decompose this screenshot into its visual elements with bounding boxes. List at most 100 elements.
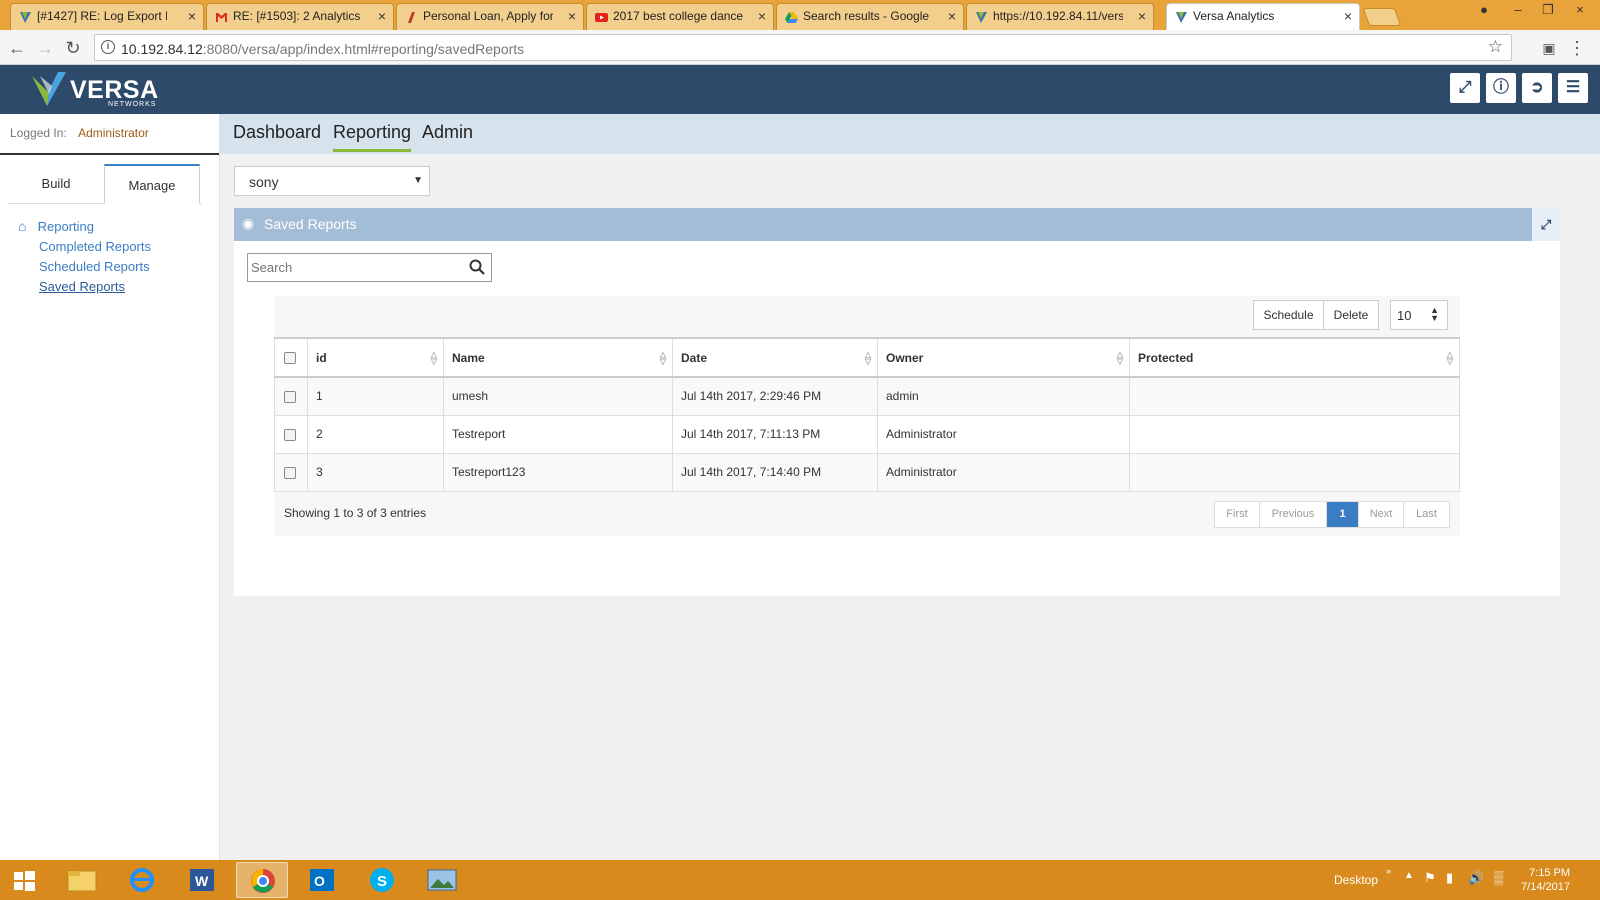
new-tab-button[interactable] <box>1362 8 1402 26</box>
browser-tab[interactable]: RE: [#1503]: 2 Analytics i × <box>206 3 394 30</box>
nav-reporting[interactable]: Reporting <box>333 122 412 152</box>
back-arrow-icon[interactable]: ← <box>6 37 28 59</box>
cell-name: umesh <box>443 376 673 416</box>
browser-tab[interactable]: 2017 best college dance × <box>586 3 774 30</box>
close-icon[interactable]: × <box>378 8 386 24</box>
row-select-cell <box>274 376 308 416</box>
browser-tab[interactable]: https://10.192.84.11/vers × <box>966 3 1154 30</box>
tab-build[interactable]: Build <box>8 164 104 204</box>
battery-icon[interactable]: ▮ <box>1446 870 1453 886</box>
sidebar-item-reporting[interactable]: ⌂ Reporting <box>18 218 151 234</box>
column-header-date[interactable]: Date △ ▽ <box>672 337 878 378</box>
network-signal-icon[interactable]: ▒ <box>1494 870 1503 885</box>
user-icon[interactable]: ● <box>1470 0 1498 20</box>
skype-icon[interactable]: S <box>356 862 408 898</box>
table-row[interactable]: 3 Testreport123 Jul 14th 2017, 7:14:40 P… <box>274 452 1460 492</box>
bookmark-star-icon[interactable]: ☆ <box>1488 37 1503 57</box>
search-icon[interactable] <box>468 258 486 276</box>
loan-icon <box>408 12 415 23</box>
cell-name: Testreport <box>443 414 673 454</box>
panel-title: Saved Reports <box>264 216 357 232</box>
sidebar-item-scheduled-reports[interactable]: Scheduled Reports <box>39 259 151 274</box>
table-row[interactable]: 1 umesh Jul 14th 2017, 2:29:46 PM admin <box>274 376 1460 416</box>
table-row[interactable]: 2 Testreport Jul 14th 2017, 7:11:13 PM A… <box>274 414 1460 454</box>
nav-admin[interactable]: Admin <box>422 122 473 149</box>
column-header-name[interactable]: Name △ ▽ <box>443 337 673 378</box>
page-size-select[interactable]: 10 ▲ ▼ <box>1390 300 1448 330</box>
pager-page-1[interactable]: 1 <box>1327 502 1359 527</box>
internet-explorer-icon[interactable] <box>116 862 168 898</box>
close-icon[interactable]: × <box>1138 8 1146 24</box>
flag-icon[interactable]: ⚑ <box>1424 870 1436 886</box>
logout-icon[interactable]: ➲ <box>1522 73 1552 103</box>
chevron-up-icon[interactable]: ▲ <box>1404 870 1414 881</box>
tab-manage[interactable]: Manage <box>104 164 200 204</box>
window-close-icon[interactable]: × <box>1566 0 1594 20</box>
sidebar-item-saved-reports[interactable]: Saved Reports <box>39 279 151 294</box>
column-header-owner[interactable]: Owner △ ▽ <box>877 337 1130 378</box>
close-icon[interactable]: × <box>568 8 576 24</box>
reload-icon[interactable]: ↻ <box>62 37 84 59</box>
address-bar: ← → ↻ i 10.192.84.12:8080/versa/app/inde… <box>0 30 1600 65</box>
delete-button[interactable]: Delete <box>1323 300 1379 330</box>
versa-logo-mark <box>32 72 66 106</box>
row-checkbox[interactable] <box>284 391 296 404</box>
expand-icon[interactable]: ⤢ <box>1532 208 1560 241</box>
minimize-icon[interactable]: – <box>1504 0 1532 20</box>
system-clock[interactable]: 7:15 PM 7/14/2017 <box>1521 866 1570 894</box>
windows-start-icon[interactable] <box>2 862 46 898</box>
logged-in-label: Logged In: <box>10 126 67 140</box>
maximize-icon[interactable]: ❐ <box>1534 0 1562 20</box>
url-field[interactable]: i 10.192.84.12:8080/versa/app/index.html… <box>94 34 1512 61</box>
sort-icon: △ ▽ <box>864 350 871 366</box>
chrome-menu-icon[interactable]: ⋮ <box>1566 37 1588 59</box>
word-icon[interactable]: W <box>176 862 228 898</box>
pager-last[interactable]: Last <box>1404 502 1449 527</box>
organization-select[interactable]: sony ▼ <box>234 166 430 196</box>
sidebar-item-completed-reports[interactable]: Completed Reports <box>39 239 151 254</box>
forward-arrow-icon[interactable]: → <box>34 37 56 59</box>
browser-tab[interactable]: [#1427] RE: Log Export F × <box>10 3 204 30</box>
saved-reports-panel: ◉ Saved Reports ⤢ Schedule Delete 10 ▲▼ … <box>234 208 1560 596</box>
panel-header: ◉ Saved Reports ⤢ <box>234 208 1560 241</box>
outlook-icon[interactable]: O <box>296 862 348 898</box>
file-explorer-icon[interactable] <box>56 862 108 898</box>
browser-tab[interactable]: Personal Loan, Apply for × <box>396 3 584 30</box>
cell-id: 2 <box>307 414 444 454</box>
photo-viewer-icon[interactable] <box>416 862 468 898</box>
svg-text:S: S <box>377 873 387 890</box>
cell-owner: Administrator <box>877 452 1130 492</box>
browser-tab-active[interactable]: Versa Analytics × <box>1166 3 1360 30</box>
clock-date: 7/14/2017 <box>1521 881 1570 893</box>
row-checkbox[interactable] <box>284 428 296 441</box>
schedule-button[interactable]: Schedule <box>1253 300 1324 330</box>
browser-tab-strip: [#1427] RE: Log Export F × RE: [#1503]: … <box>0 0 1600 30</box>
chrome-icon[interactable] <box>236 862 288 898</box>
pager-first[interactable]: First <box>1215 502 1260 527</box>
search-input[interactable] <box>248 254 463 281</box>
close-icon[interactable]: × <box>948 8 956 24</box>
select-all-checkbox[interactable] <box>284 352 296 365</box>
column-header-protected[interactable]: Protected △ ▽ <box>1129 337 1460 378</box>
close-icon[interactable]: × <box>758 8 766 24</box>
browser-tab[interactable]: Search results - Google I × <box>776 3 964 30</box>
info-icon[interactable]: i <box>101 40 115 54</box>
fullscreen-icon[interactable]: ⤢ <box>1450 73 1480 103</box>
hamburger-menu-icon[interactable]: ☰ <box>1558 73 1588 103</box>
cell-date: Jul 14th 2017, 7:14:40 PM <box>672 452 878 492</box>
cell-id: 1 <box>307 376 444 416</box>
info-icon[interactable]: ⓘ <box>1486 73 1516 103</box>
close-icon[interactable]: × <box>1344 8 1352 24</box>
cell-id: 3 <box>307 452 444 492</box>
table-toolbar: Schedule Delete 10 ▲ ▼ <box>274 296 1460 336</box>
row-checkbox[interactable] <box>284 466 296 479</box>
pager-previous[interactable]: Previous <box>1260 502 1327 527</box>
column-header-id[interactable]: id △ ▽ <box>307 337 444 378</box>
nav-dashboard[interactable]: Dashboard <box>233 122 321 149</box>
pager-next[interactable]: Next <box>1359 502 1404 527</box>
desktop-label[interactable]: Desktop <box>1334 873 1378 887</box>
chevron-double-right-icon[interactable]: » <box>1386 866 1391 876</box>
close-icon[interactable]: × <box>188 8 196 24</box>
volume-icon[interactable]: 🔊 <box>1468 870 1484 886</box>
extension-icon[interactable]: ▣ <box>1538 37 1560 59</box>
